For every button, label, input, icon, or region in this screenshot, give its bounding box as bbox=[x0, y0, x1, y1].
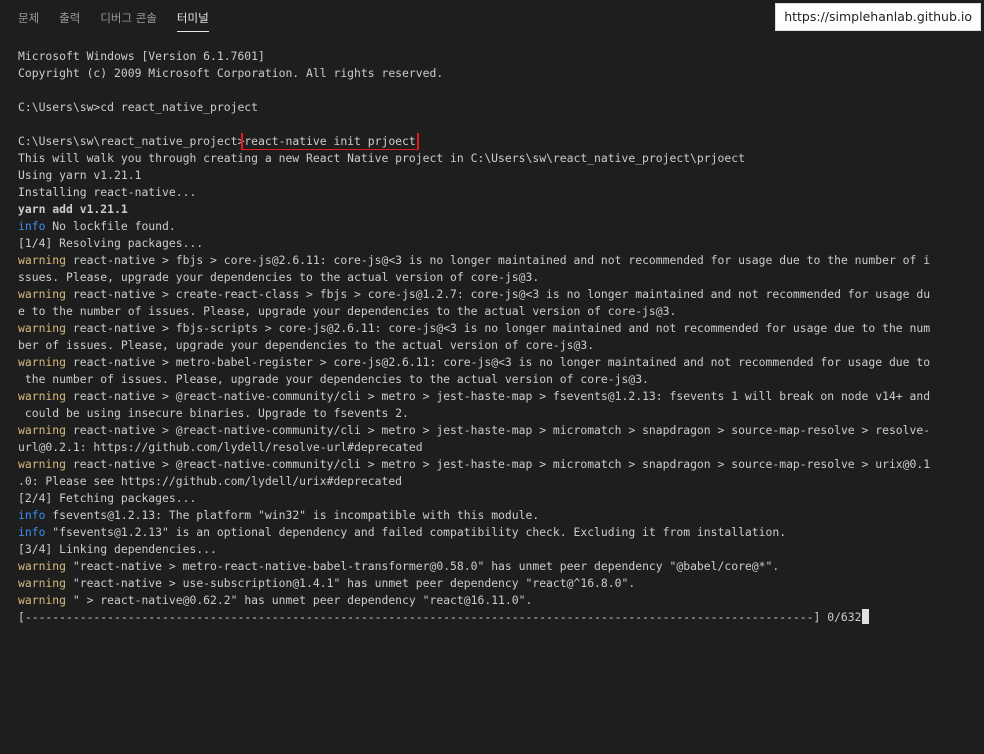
terminal-line: the number of issues. Please, upgrade yo… bbox=[18, 372, 649, 386]
terminal-line: [3/4] Linking dependencies... bbox=[18, 542, 217, 556]
warning-keyword: warning bbox=[18, 355, 67, 369]
highlighted-command: react-native init prjoect bbox=[241, 133, 419, 150]
terminal-line: info "fsevents@1.2.13" is an optional de… bbox=[18, 524, 958, 541]
warning-keyword: warning bbox=[18, 576, 67, 590]
terminal-prompt: C:\Users\sw\react_native_project> bbox=[18, 134, 245, 148]
terminal-text: "react-native > use-subscription@1.4.1" … bbox=[66, 576, 636, 590]
terminal-line-command: C:\Users\sw\react_native_project>react-n… bbox=[18, 133, 958, 150]
tab-problems[interactable]: 문제 bbox=[18, 1, 39, 35]
terminal-line: warning "react-native > use-subscription… bbox=[18, 575, 958, 592]
warning-keyword: warning bbox=[18, 287, 67, 301]
terminal-line: warning react-native > fbjs > core-js@2.… bbox=[18, 252, 958, 269]
terminal-text: react-native > fbjs-scripts > core-js@2.… bbox=[66, 321, 931, 335]
terminal-text: react-native > metro-babel-register > co… bbox=[66, 355, 931, 369]
terminal-line: [1/4] Resolving packages... bbox=[18, 236, 204, 250]
tab-output[interactable]: 출력 bbox=[59, 1, 80, 35]
terminal-text: react-native > fbjs > core-js@2.6.11: co… bbox=[66, 253, 931, 267]
terminal-line: .0: Please see https://github.com/lydell… bbox=[18, 474, 403, 488]
terminal-line: e to the number of issues. Please, upgra… bbox=[18, 304, 677, 318]
terminal-cursor bbox=[861, 609, 869, 624]
terminal-line: Installing react-native... bbox=[18, 185, 197, 199]
terminal-text: No lockfile found. bbox=[45, 219, 176, 233]
terminal-line: could be using insecure binaries. Upgrad… bbox=[18, 406, 409, 420]
terminal-line: [2/4] Fetching packages... bbox=[18, 491, 197, 505]
warning-keyword: warning bbox=[18, 253, 67, 267]
terminal-line: info No lockfile found. bbox=[18, 218, 958, 235]
info-keyword: info bbox=[18, 508, 46, 522]
terminal-line: Microsoft Windows [Version 6.1.7601] bbox=[18, 49, 265, 63]
warning-keyword: warning bbox=[18, 321, 67, 335]
terminal-line: C:\Users\sw>cd react_native_project bbox=[18, 100, 259, 114]
progress-bar-text: [---------------------------------------… bbox=[18, 610, 862, 624]
info-keyword: info bbox=[18, 219, 46, 233]
terminal-line: warning react-native > fbjs-scripts > co… bbox=[18, 320, 958, 337]
terminal-text: fsevents@1.2.13: The platform "win32" is… bbox=[45, 508, 540, 522]
terminal-text: "fsevents@1.2.13" is an optional depende… bbox=[45, 525, 787, 539]
terminal-line: warning " > react-native@0.62.2" has unm… bbox=[18, 592, 958, 609]
warning-keyword: warning bbox=[18, 423, 67, 437]
terminal-text: react-native > create-react-class > fbjs… bbox=[66, 287, 931, 301]
info-keyword: info bbox=[18, 525, 46, 539]
terminal-text: react-native > @react-native-community/c… bbox=[66, 389, 931, 403]
terminal-panel: 문제 출력 디버그 콘솔 터미널 https://simplehanlab.gi… bbox=[0, 0, 984, 754]
warning-keyword: warning bbox=[18, 593, 67, 607]
watermark-url: https://simplehanlab.github.io bbox=[775, 3, 981, 31]
tab-debug-console[interactable]: 디버그 콘솔 bbox=[100, 1, 157, 35]
terminal-line: ssues. Please, upgrade your dependencies… bbox=[18, 270, 540, 284]
terminal-line: warning react-native > @react-native-com… bbox=[18, 388, 958, 405]
terminal-line: This will walk you through creating a ne… bbox=[18, 151, 745, 165]
terminal-output[interactable]: Microsoft Windows [Version 6.1.7601] Cop… bbox=[18, 48, 958, 626]
terminal-line: Copyright (c) 2009 Microsoft Corporation… bbox=[18, 66, 444, 80]
terminal-line: warning react-native > create-react-clas… bbox=[18, 286, 958, 303]
terminal-line: yarn add v1.21.1 bbox=[18, 202, 128, 216]
terminal-line: info fsevents@1.2.13: The platform "win3… bbox=[18, 507, 958, 524]
terminal-line: warning react-native > @react-native-com… bbox=[18, 456, 958, 473]
terminal-line: warning react-native > @react-native-com… bbox=[18, 422, 958, 439]
tab-terminal[interactable]: 터미널 bbox=[176, 1, 209, 35]
terminal-line: ber of issues. Please, upgrade your depe… bbox=[18, 338, 595, 352]
terminal-line: warning react-native > metro-babel-regis… bbox=[18, 354, 958, 371]
terminal-text: react-native > @react-native-community/c… bbox=[66, 423, 931, 437]
terminal-line: warning "react-native > metro-react-nati… bbox=[18, 558, 958, 575]
warning-keyword: warning bbox=[18, 457, 67, 471]
terminal-text: react-native > @react-native-community/c… bbox=[66, 457, 931, 471]
terminal-text: "react-native > metro-react-native-babel… bbox=[66, 559, 780, 573]
warning-keyword: warning bbox=[18, 559, 67, 573]
progress-line: [---------------------------------------… bbox=[18, 609, 958, 626]
warning-keyword: warning bbox=[18, 389, 67, 403]
terminal-text: " > react-native@0.62.2" has unmet peer … bbox=[66, 593, 533, 607]
terminal-line: Using yarn v1.21.1 bbox=[18, 168, 142, 182]
terminal-line: url@0.2.1: https://github.com/lydell/res… bbox=[18, 440, 423, 454]
